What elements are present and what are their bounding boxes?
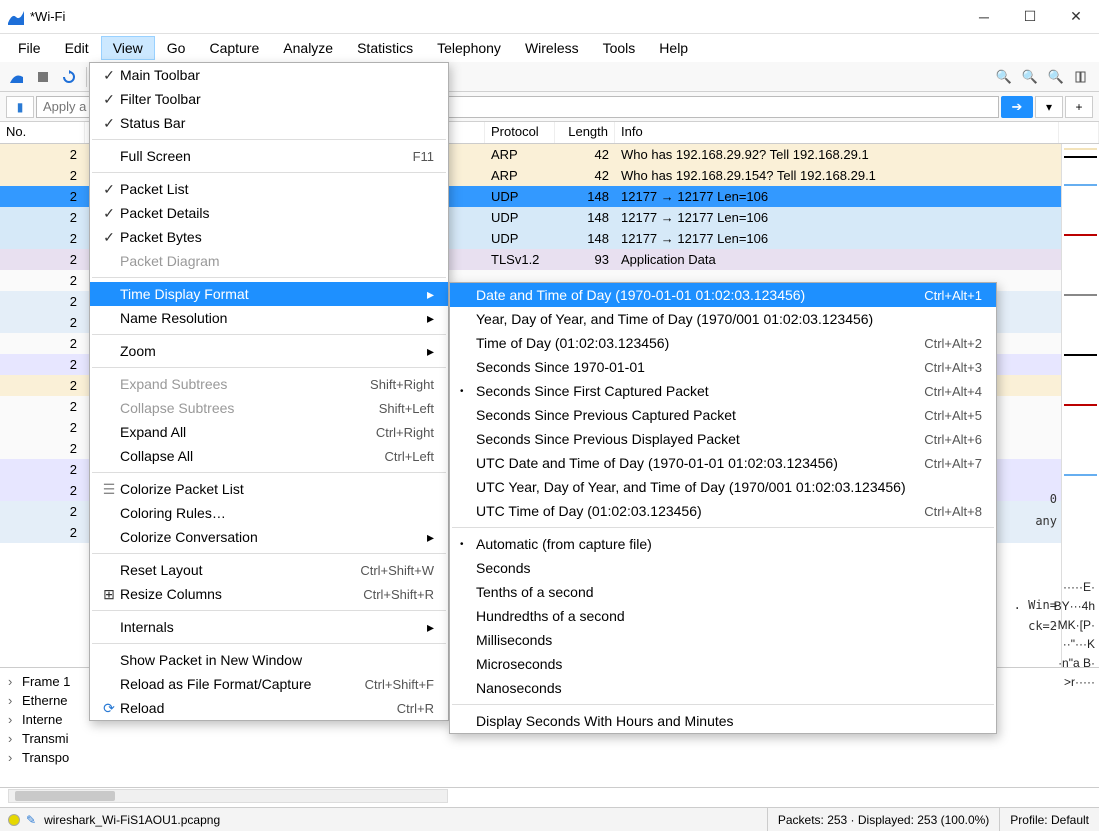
menu-collapse-subtrees: Collapse SubtreesShift+Left xyxy=(90,396,448,420)
app-window: *Wi-Fi ─ ☐ ✕ File Edit View Go Capture A… xyxy=(0,0,1099,831)
horizontal-scrollbar[interactable] xyxy=(8,789,448,803)
menu-time-precision-us[interactable]: Microseconds xyxy=(450,652,996,676)
menu-packet-list[interactable]: ✓Packet List xyxy=(90,177,448,201)
stop-icon[interactable] xyxy=(32,66,54,88)
menu-expand-all[interactable]: Expand AllCtrl+Right xyxy=(90,420,448,444)
menu-colorize-conversation[interactable]: Colorize Conversation▸ xyxy=(90,525,448,549)
capture-file-label: wireshark_Wi-FiS1AOU1.pcapng xyxy=(44,813,226,827)
menu-analyze[interactable]: Analyze xyxy=(271,36,345,60)
edit-icon[interactable]: ✎ xyxy=(26,813,36,827)
zoom-in-icon[interactable]: 🔍 xyxy=(993,66,1015,88)
menu-reload[interactable]: ⟳ReloadCtrl+R xyxy=(90,696,448,720)
menu-edit[interactable]: Edit xyxy=(53,36,101,60)
expert-info-icon[interactable] xyxy=(8,814,20,826)
menu-capture[interactable]: Capture xyxy=(197,36,271,60)
menu-time-precision-seconds[interactable]: Seconds xyxy=(450,556,996,580)
menu-status-bar[interactable]: ✓Status Bar xyxy=(90,111,448,135)
app-logo-icon xyxy=(8,9,24,25)
menu-time-precision-tenths[interactable]: Tenths of a second xyxy=(450,580,996,604)
menu-time-seconds-1970[interactable]: Seconds Since 1970-01-01Ctrl+Alt+3 xyxy=(450,355,996,379)
menu-time-display-hours-minutes[interactable]: Display Seconds With Hours and Minutes xyxy=(450,709,996,733)
menu-time-utc-year-doy[interactable]: UTC Year, Day of Year, and Time of Day (… xyxy=(450,475,996,499)
window-title: *Wi-Fi xyxy=(30,9,961,24)
menu-filter-toolbar[interactable]: ✓Filter Toolbar xyxy=(90,87,448,111)
apply-filter-button[interactable]: ➔ xyxy=(1001,96,1033,118)
time-display-format-submenu: Date and Time of Day (1970-01-01 01:02:0… xyxy=(449,282,997,734)
col-no[interactable]: No. xyxy=(0,122,85,143)
menu-full-screen[interactable]: Full ScreenF11 xyxy=(90,144,448,168)
menu-resize-columns[interactable]: ⊞Resize ColumnsCtrl+Shift+R xyxy=(90,582,448,606)
menu-colorize-packet-list[interactable]: ☰Colorize Packet List xyxy=(90,477,448,501)
menu-collapse-all[interactable]: Collapse AllCtrl+Left xyxy=(90,444,448,468)
menu-tools[interactable]: Tools xyxy=(591,36,648,60)
menu-telephony[interactable]: Telephony xyxy=(425,36,513,60)
zoom-out-icon[interactable]: 🔍 xyxy=(1019,66,1041,88)
partial-text: 0 xyxy=(1050,492,1057,506)
menu-time-datetime[interactable]: Date and Time of Day (1970-01-01 01:02:0… xyxy=(450,283,996,307)
menu-main-toolbar[interactable]: ✓Main Toolbar xyxy=(90,63,448,87)
menu-time-precision-ns[interactable]: Nanoseconds xyxy=(450,676,996,700)
close-button[interactable]: ✕ xyxy=(1053,1,1099,33)
packet-counts: Packets: 253 · Displayed: 253 (100.0%) xyxy=(767,808,999,831)
maximize-button[interactable]: ☐ xyxy=(1007,1,1053,33)
menu-packet-details[interactable]: ✓Packet Details xyxy=(90,201,448,225)
filter-dropdown-button[interactable]: ▾ xyxy=(1035,96,1063,118)
menubar: File Edit View Go Capture Analyze Statis… xyxy=(0,34,1099,62)
menu-packet-diagram: Packet Diagram xyxy=(90,249,448,273)
menu-coloring-rules[interactable]: Coloring Rules… xyxy=(90,501,448,525)
menu-show-packet-new-window[interactable]: Show Packet in New Window xyxy=(90,648,448,672)
statusbar: ✎ wireshark_Wi-FiS1AOU1.pcapng Packets: … xyxy=(0,807,1099,831)
menu-time-since-prev-displayed[interactable]: Seconds Since Previous Displayed PacketC… xyxy=(450,427,996,451)
menu-time-display-format[interactable]: Time Display Format▸ xyxy=(90,282,448,306)
col-length[interactable]: Length xyxy=(555,122,615,143)
menu-go[interactable]: Go xyxy=(155,36,198,60)
menu-reset-layout[interactable]: Reset LayoutCtrl+Shift+W xyxy=(90,558,448,582)
menu-internals[interactable]: Internals▸ xyxy=(90,615,448,639)
menu-time-precision-auto[interactable]: •Automatic (from capture file) xyxy=(450,532,996,556)
menu-time-utc-datetime[interactable]: UTC Date and Time of Day (1970-01-01 01:… xyxy=(450,451,996,475)
menu-view[interactable]: View xyxy=(101,36,155,60)
profile-label[interactable]: Profile: Default xyxy=(999,808,1099,831)
menu-reload-as-file-format[interactable]: Reload as File Format/CaptureCtrl+Shift+… xyxy=(90,672,448,696)
menu-wireless[interactable]: Wireless xyxy=(513,36,591,60)
menu-time-timeofday[interactable]: Time of Day (01:02:03.123456)Ctrl+Alt+2 xyxy=(450,331,996,355)
bookmark-icon[interactable]: ▮ xyxy=(6,96,34,118)
zoom-reset-icon[interactable]: 🔍 xyxy=(1045,66,1067,88)
menu-help[interactable]: Help xyxy=(647,36,700,60)
view-menu-dropdown: ✓Main Toolbar ✓Filter Toolbar ✓Status Ba… xyxy=(89,62,449,721)
col-info[interactable]: Info xyxy=(615,122,1059,143)
minimize-button[interactable]: ─ xyxy=(961,1,1007,33)
hex-ascii-fragment: ·····E· BY···4h ·MK·[P· ··"···K ·n"a B· … xyxy=(1005,578,1095,692)
restart-icon[interactable] xyxy=(58,66,80,88)
resize-columns-icon[interactable] xyxy=(1071,66,1093,88)
menu-time-since-first[interactable]: •Seconds Since First Captured PacketCtrl… xyxy=(450,379,996,403)
menu-statistics[interactable]: Statistics xyxy=(345,36,425,60)
add-filter-button[interactable]: + xyxy=(1065,96,1093,118)
menu-time-utc-timeofday[interactable]: UTC Time of Day (01:02:03.123456)Ctrl+Al… xyxy=(450,499,996,523)
menu-name-resolution[interactable]: Name Resolution▸ xyxy=(90,306,448,330)
titlebar: *Wi-Fi ─ ☐ ✕ xyxy=(0,0,1099,34)
partial-text: any xyxy=(1035,514,1057,528)
menu-file[interactable]: File xyxy=(6,36,53,60)
col-protocol[interactable]: Protocol xyxy=(485,122,555,143)
menu-time-year-doy[interactable]: Year, Day of Year, and Time of Day (1970… xyxy=(450,307,996,331)
menu-time-since-prev-captured[interactable]: Seconds Since Previous Captured PacketCt… xyxy=(450,403,996,427)
menu-time-precision-hundredths[interactable]: Hundredths of a second xyxy=(450,604,996,628)
menu-time-precision-ms[interactable]: Milliseconds xyxy=(450,628,996,652)
detail-row[interactable]: ›Transpo xyxy=(8,748,1091,767)
menu-packet-bytes[interactable]: ✓Packet Bytes xyxy=(90,225,448,249)
menu-zoom[interactable]: Zoom▸ xyxy=(90,339,448,363)
shark-fin-icon[interactable] xyxy=(6,66,28,88)
menu-expand-subtrees: Expand SubtreesShift+Right xyxy=(90,372,448,396)
